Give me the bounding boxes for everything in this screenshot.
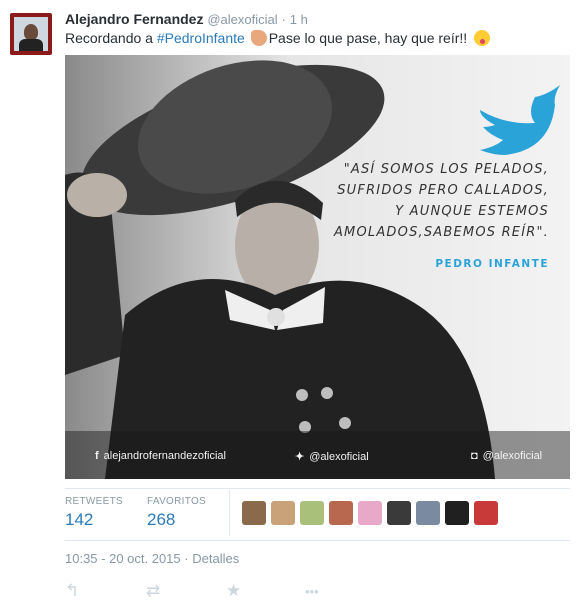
favoriter-avatar[interactable] bbox=[329, 501, 353, 525]
avatar-suit bbox=[19, 39, 43, 51]
twitter-credit: ✦ @alexoficial bbox=[295, 450, 369, 463]
time-separator: · bbox=[281, 12, 286, 27]
tweet-time[interactable]: 1 h bbox=[290, 12, 308, 27]
reply-icon[interactable]: ↰ bbox=[65, 581, 79, 601]
favorites-label: FAVORITOS bbox=[147, 496, 207, 507]
profile-avatar[interactable] bbox=[10, 13, 52, 55]
hashtag-link[interactable]: #PedroInfante bbox=[157, 30, 245, 46]
quote-author: PEDRO INFANTE bbox=[435, 258, 549, 270]
facebook-icon: f bbox=[95, 450, 99, 462]
quote-line: "ASÍ SOMOS LOS PELADOS, bbox=[343, 162, 549, 177]
favoriter-avatar[interactable] bbox=[445, 501, 469, 525]
tweet-metadata: 10:35 - 20 oct. 2015 · Detalles bbox=[65, 551, 239, 566]
instagram-handle: @alexoficial bbox=[482, 450, 543, 462]
favoriter-avatar[interactable] bbox=[387, 501, 411, 525]
twitter-small-icon: ✦ bbox=[295, 451, 305, 463]
quote-line: SUFRIDOS PERO CALLADOS, bbox=[337, 183, 549, 198]
stats-separator bbox=[229, 490, 230, 536]
photo-quote: "ASÍ SOMOS LOS PELADOS, SUFRIDOS PERO CA… bbox=[325, 159, 549, 243]
meta-separator: · bbox=[184, 551, 189, 566]
tweet-text-after: Pase lo que pase, hay que reír!! bbox=[268, 30, 468, 46]
avatar-face bbox=[24, 24, 38, 40]
more-icon[interactable]: ••• bbox=[305, 584, 319, 599]
twitter-handle: @alexoficial bbox=[309, 451, 369, 463]
tweet-datetime: 10:35 - 20 oct. 2015 bbox=[65, 551, 181, 566]
stats-divider-bottom bbox=[65, 540, 570, 541]
quote-line: AMOLADOS,SABEMOS REÍR". bbox=[333, 225, 549, 240]
favoriter-avatar[interactable] bbox=[300, 501, 324, 525]
favoriter-avatar[interactable] bbox=[474, 501, 498, 525]
tweet-photo[interactable]: "ASÍ SOMOS LOS PELADOS, SUFRIDOS PERO CA… bbox=[65, 55, 570, 479]
facebook-handle: alejandrofernandezoficial bbox=[103, 450, 226, 462]
retweet-icon[interactable]: ⇄ bbox=[146, 581, 160, 601]
quote-line: Y AUNQUE ESTEMOS bbox=[395, 204, 549, 219]
tweet-text-before: Recordando a bbox=[65, 30, 157, 46]
avatar-photo bbox=[14, 17, 48, 51]
user-handle[interactable]: @alexoficial bbox=[207, 12, 277, 27]
favoriter-avatar[interactable] bbox=[271, 501, 295, 525]
tweet-header: Alejandro Fernandez @alexoficial · 1 h bbox=[65, 11, 308, 27]
tweet-text: Recordando a #PedroInfante Pase lo que p… bbox=[65, 30, 491, 46]
favorite-icon[interactable]: ★ bbox=[226, 581, 241, 601]
favorites-count[interactable]: 268 bbox=[147, 510, 175, 530]
stats-divider-top bbox=[65, 488, 570, 489]
facebook-credit: f alejandrofernandezoficial bbox=[95, 450, 226, 462]
winking-tongue-emoji-icon bbox=[474, 30, 491, 46]
instagram-icon: ◘ bbox=[471, 450, 478, 462]
favoriter-avatar[interactable] bbox=[416, 501, 440, 525]
favoriter-avatar[interactable] bbox=[242, 501, 266, 525]
retweets-label: RETWEETS bbox=[65, 496, 123, 507]
hand bbox=[67, 173, 127, 217]
pointing-hand-emoji-icon bbox=[250, 30, 267, 46]
instagram-credit: ◘ @alexoficial bbox=[471, 450, 542, 462]
details-link[interactable]: Detalles bbox=[192, 551, 239, 566]
retweets-count[interactable]: 142 bbox=[65, 510, 93, 530]
user-name[interactable]: Alejandro Fernandez bbox=[65, 11, 203, 27]
favoriter-avatar[interactable] bbox=[358, 501, 382, 525]
